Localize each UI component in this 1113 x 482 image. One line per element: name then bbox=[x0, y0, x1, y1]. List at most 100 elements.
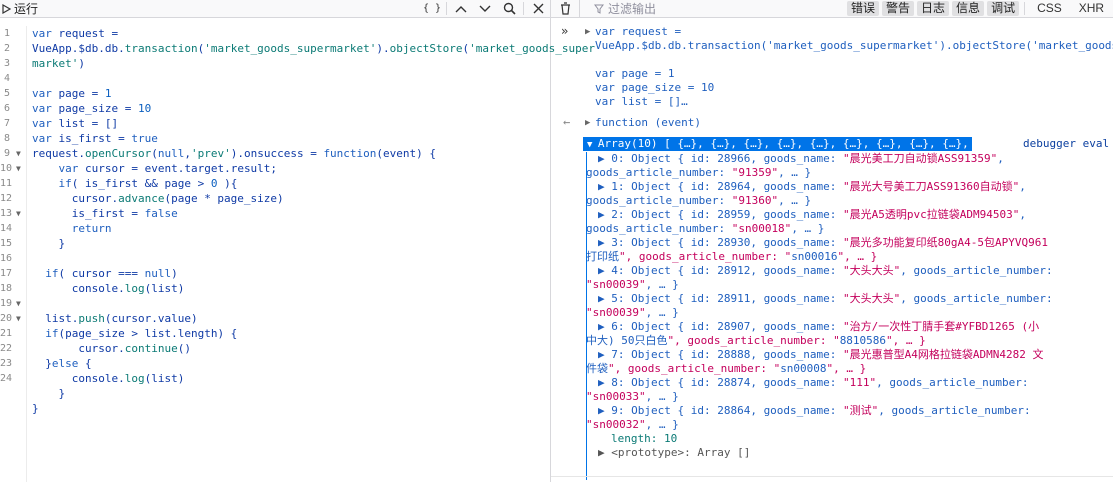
input-line bbox=[595, 53, 1113, 67]
code-line: if( is_first && page > 0 ){ bbox=[58, 177, 238, 190]
array-entry-3[interactable]: ▶ 3: Object { id: 28930, goods_name: "晨光… bbox=[586, 236, 1098, 264]
collapse-triangle-icon[interactable]: ▼ bbox=[587, 140, 598, 150]
console-output[interactable]: » ▶ var request = VueApp.$db.db.transact… bbox=[551, 18, 1113, 482]
line-number: 3 bbox=[3, 58, 10, 69]
console-pane: 过滤输出 错误 警告 日志 信息 调试 CSS XHR » ▶ var requ… bbox=[551, 0, 1113, 482]
expand-triangle-icon[interactable]: ▶ bbox=[585, 118, 590, 128]
code-token: if bbox=[58, 177, 72, 190]
chevron-down-icon bbox=[479, 5, 491, 12]
filter-placeholder: 过滤输出 bbox=[608, 2, 657, 16]
run-button[interactable]: 运行 bbox=[0, 0, 38, 17]
code-line: is_first = false bbox=[32, 207, 178, 220]
array-summary: Array(10) [ {…}, {…}, {…}, {…}, {…}, {…}… bbox=[597, 137, 1009, 150]
code-line: var list = [] bbox=[32, 117, 119, 130]
filter-info-button[interactable]: 信息 bbox=[952, 1, 985, 16]
code-line: } bbox=[32, 387, 66, 400]
chevron-up-icon bbox=[455, 5, 467, 12]
line-number: 16 bbox=[0, 253, 13, 264]
line-number: 22 bbox=[0, 343, 13, 354]
close-icon bbox=[533, 3, 543, 14]
code-line: console.log(list) bbox=[32, 282, 185, 295]
code-line: var page = 1 bbox=[32, 87, 112, 100]
array-entry-8[interactable]: ▶ 8: Object { id: 28874, goods_name: "11… bbox=[586, 376, 1098, 404]
line-number: 11 bbox=[0, 178, 13, 189]
code-token: transaction bbox=[124, 42, 198, 55]
history-up-button[interactable] bbox=[449, 0, 473, 17]
line-number: 5 bbox=[3, 88, 10, 99]
search-icon bbox=[503, 2, 516, 15]
array-entry-9[interactable]: ▶ 9: Object { id: 28864, goods_name: "测试… bbox=[586, 404, 1098, 432]
code-line: } bbox=[32, 402, 39, 415]
code-token: objectStore bbox=[389, 42, 463, 55]
array-entry-1[interactable]: ▶ 1: Object { id: 28964, goods_name: "晨光… bbox=[586, 180, 1098, 208]
close-editor-button[interactable] bbox=[526, 0, 550, 17]
filter-xhr-button[interactable]: XHR bbox=[1075, 1, 1108, 16]
clear-console-button[interactable] bbox=[551, 0, 580, 17]
code-token: null bbox=[157, 147, 185, 160]
code-token: false bbox=[144, 207, 178, 220]
code-token: function bbox=[323, 147, 377, 160]
line-number: 12 bbox=[0, 193, 13, 204]
array-prototype[interactable]: ▶ <prototype>: Array [] bbox=[598, 446, 1098, 460]
result-arrow-icon: ← bbox=[563, 115, 571, 129]
line-number: 15 bbox=[0, 238, 13, 249]
array-entry-2[interactable]: ▶ 2: Object { id: 28959, goods_name: "晨光… bbox=[586, 208, 1098, 236]
toolbar-divider bbox=[1024, 2, 1026, 15]
code-line: if( cursor === null) bbox=[45, 267, 178, 280]
filter-warnings-button[interactable]: 警告 bbox=[882, 1, 915, 16]
code-line: } bbox=[32, 237, 66, 250]
fold-marker-icon[interactable]: ▼ bbox=[16, 311, 21, 326]
array-entry-7[interactable]: ▶ 7: Object { id: 28888, goods_name: "晨光… bbox=[586, 348, 1098, 376]
result-function[interactable]: function (event) bbox=[595, 116, 701, 130]
fold-marker-icon[interactable]: ▼ bbox=[16, 161, 21, 176]
code-token: var bbox=[32, 27, 52, 40]
code-line: var is_first = true bbox=[32, 132, 158, 145]
fold-marker-icon[interactable]: ▼ bbox=[16, 206, 21, 221]
trash-icon bbox=[560, 2, 570, 15]
array-summary-row[interactable]: ▼ Array(10) [ {…}, {…}, {…}, {…}, {…}, {… bbox=[583, 137, 1008, 151]
history-down-button[interactable] bbox=[473, 0, 497, 17]
code-token: advance bbox=[118, 192, 165, 205]
code-token: var bbox=[32, 102, 52, 115]
input-echo: var request = VueApp.$db.db.transaction(… bbox=[595, 25, 1113, 109]
reverse-search-button[interactable] bbox=[497, 0, 521, 17]
filter-logs-button[interactable]: 日志 bbox=[917, 1, 950, 16]
input-prompt-icon: » bbox=[561, 24, 569, 38]
code-content[interactable]: var request = VueApp.$db.db.transaction(… bbox=[32, 26, 595, 416]
code-token: true bbox=[131, 132, 158, 145]
code-token: continue bbox=[124, 342, 178, 355]
code-token: 1 bbox=[104, 87, 112, 100]
filter-icon bbox=[594, 4, 604, 14]
run-label: 运行 bbox=[14, 2, 39, 16]
code-line: list.push(cursor.value) bbox=[32, 312, 198, 325]
line-number: 2 bbox=[3, 43, 10, 54]
array-entry-6[interactable]: ▶ 6: Object { id: 28907, goods_name: "治方… bbox=[586, 320, 1098, 348]
array-entry-5[interactable]: ▶ 5: Object { id: 28911, goods_name: "大头… bbox=[586, 292, 1098, 320]
array-entry-4[interactable]: ▶ 4: Object { id: 28912, goods_name: "大头… bbox=[586, 264, 1098, 292]
code-token: var bbox=[32, 87, 52, 100]
expand-triangle-icon[interactable]: ▶ bbox=[585, 27, 590, 37]
line-number: 10 bbox=[0, 163, 13, 174]
filter-css-button[interactable]: CSS bbox=[1033, 1, 1066, 16]
input-line: var page = 1 bbox=[595, 67, 675, 80]
code-editor[interactable]: 1 2 3 4 5 6 7 8 9 10 11 12 13 14 15 16 1… bbox=[0, 26, 595, 482]
fold-marker-icon[interactable]: ▼ bbox=[16, 146, 21, 161]
editor-toolbar: 运行 { } bbox=[0, 0, 550, 18]
line-number: 4 bbox=[3, 73, 10, 84]
line-number: 23 bbox=[0, 358, 13, 369]
filter-debug-button[interactable]: 调试 bbox=[987, 1, 1020, 16]
filter-output-input[interactable]: 过滤输出 bbox=[580, 0, 839, 17]
array-entry-0[interactable]: ▶ 0: Object { id: 28966, goods_name: "晨光… bbox=[586, 152, 1098, 180]
editor-pane: 运行 { } 1 2 3 4 5 6 7 8 9 10 11 12 13 14 … bbox=[0, 0, 595, 482]
code-line: return bbox=[32, 221, 547, 236]
pretty-print-button[interactable]: { } bbox=[420, 0, 444, 17]
code-token: return bbox=[71, 222, 112, 235]
fold-marker-icon[interactable]: ▼ bbox=[16, 296, 21, 311]
line-number: 9 bbox=[3, 148, 10, 159]
debugger-eval-link[interactable]: debugger eval c bbox=[1023, 137, 1113, 151]
filter-errors-button[interactable]: 错误 bbox=[847, 1, 880, 16]
code-token: push bbox=[78, 312, 105, 325]
line-number: 21 bbox=[0, 328, 13, 339]
log-level-filters: 错误 警告 日志 信息 调试 CSS XHR bbox=[847, 1, 1111, 16]
